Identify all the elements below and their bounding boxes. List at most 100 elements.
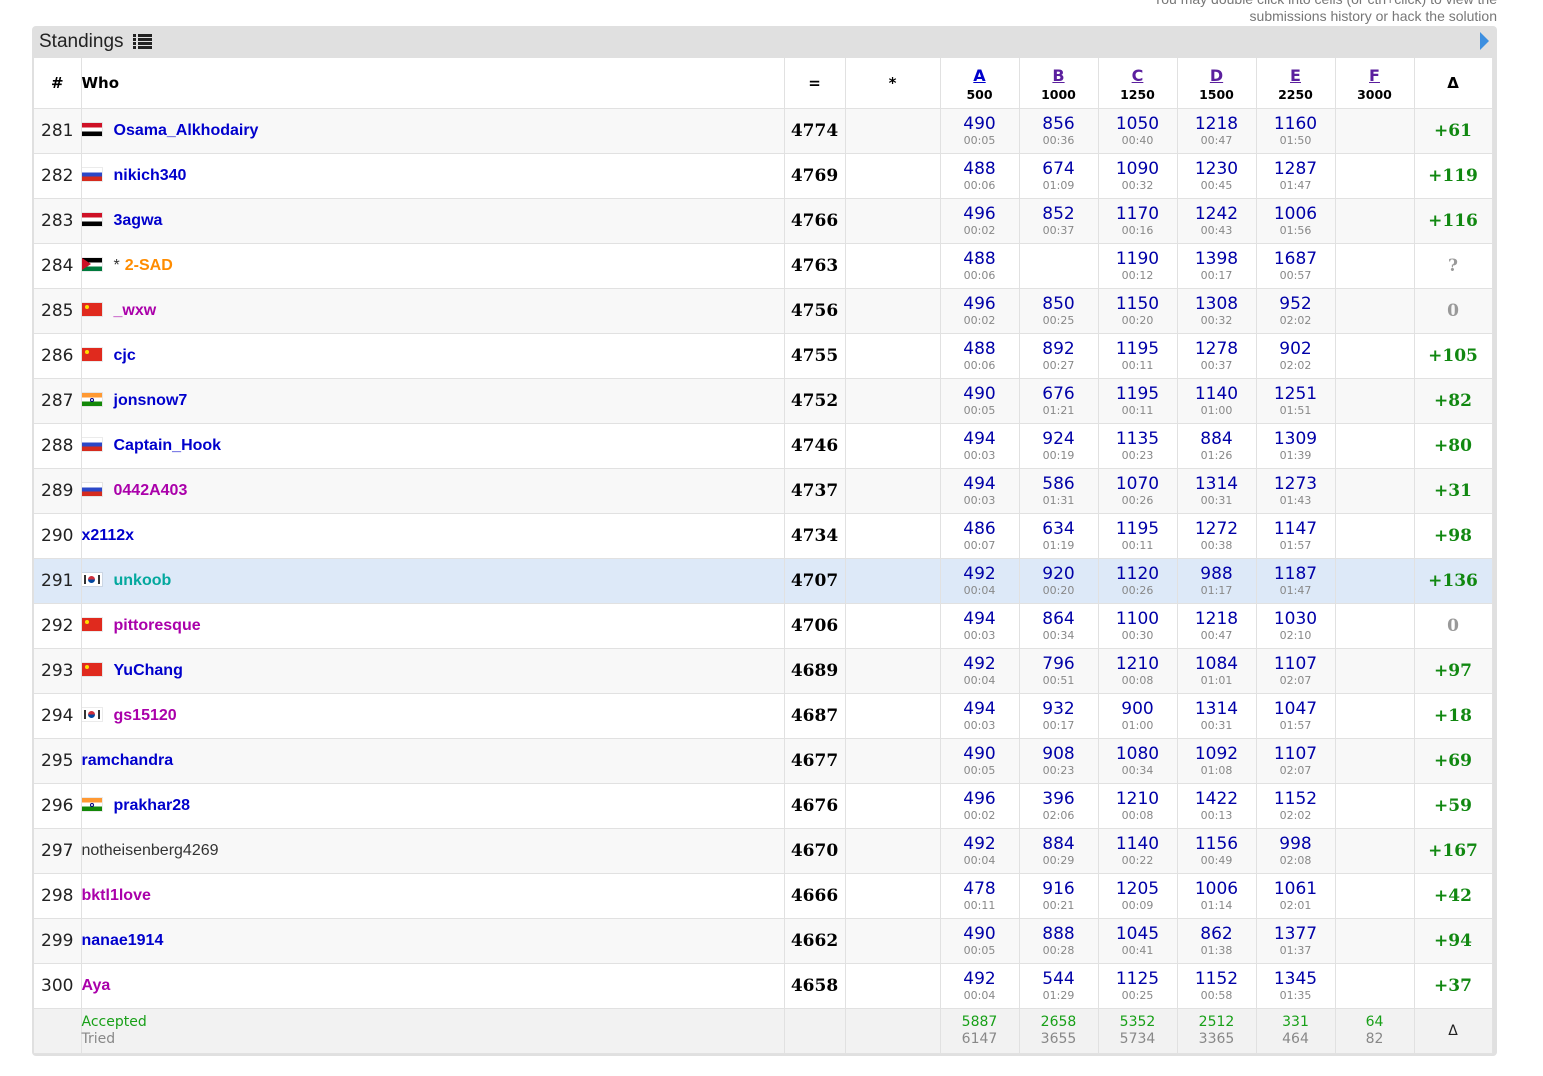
problem-b-cell[interactable]: 850 00:25 — [1019, 288, 1099, 334]
problem-d-cell[interactable]: 988 01:17 — [1177, 558, 1257, 604]
problem-f-cell[interactable] — [1335, 153, 1415, 199]
problem-d-cell[interactable]: 1156 00:49 — [1177, 828, 1257, 874]
problem-e-cell[interactable]: 1160 01:50 — [1256, 108, 1336, 154]
problem-b-cell[interactable]: 932 00:17 — [1019, 693, 1099, 739]
problem-d-cell[interactable]: 1242 00:43 — [1177, 198, 1257, 244]
problem-f-cell[interactable] — [1335, 693, 1415, 739]
problem-b-cell[interactable]: 892 00:27 — [1019, 333, 1099, 379]
problem-e-cell[interactable]: 1006 01:56 — [1256, 198, 1336, 244]
hacks-cell[interactable] — [845, 648, 941, 694]
problem-c-cell[interactable]: 1070 00:26 — [1098, 468, 1178, 514]
problem-f-cell[interactable] — [1335, 828, 1415, 874]
handle-link[interactable]: gs15120 — [114, 707, 177, 724]
problem-c-cell[interactable]: 1125 00:25 — [1098, 963, 1178, 1009]
problem-a-link[interactable]: A — [941, 66, 1019, 85]
problem-d-cell[interactable]: 884 01:26 — [1177, 423, 1257, 469]
problem-d-cell[interactable]: 1278 00:37 — [1177, 333, 1257, 379]
hacks-cell[interactable] — [845, 378, 941, 424]
problem-b-cell[interactable]: 586 01:31 — [1019, 468, 1099, 514]
problem-e-cell[interactable]: 1687 00:57 — [1256, 243, 1336, 289]
problem-f-cell[interactable] — [1335, 738, 1415, 784]
problem-f-cell[interactable] — [1335, 648, 1415, 694]
problem-b-cell[interactable]: 676 01:21 — [1019, 378, 1099, 424]
problem-f-cell[interactable] — [1335, 423, 1415, 469]
problem-d-cell[interactable]: 1140 01:00 — [1177, 378, 1257, 424]
problem-a-cell[interactable]: 488 00:06 — [940, 243, 1020, 289]
problem-a-cell[interactable]: 492 00:04 — [940, 963, 1020, 1009]
problem-f-cell[interactable] — [1335, 333, 1415, 379]
problem-e-cell[interactable]: 1251 01:51 — [1256, 378, 1336, 424]
problem-b-cell[interactable]: 884 00:29 — [1019, 828, 1099, 874]
problem-f-cell[interactable] — [1335, 918, 1415, 964]
problem-b-cell[interactable]: 916 00:21 — [1019, 873, 1099, 919]
problem-c-cell[interactable]: 1210 00:08 — [1098, 783, 1178, 829]
problem-a-cell[interactable]: 492 00:04 — [940, 558, 1020, 604]
problem-c-cell[interactable]: 1090 00:32 — [1098, 153, 1178, 199]
problem-c-cell[interactable]: 1205 00:09 — [1098, 873, 1178, 919]
arrow-right-icon[interactable] — [1480, 32, 1489, 50]
problem-e-cell[interactable]: 952 02:02 — [1256, 288, 1336, 334]
problem-c-cell[interactable]: 1195 00:11 — [1098, 378, 1178, 424]
handle-link[interactable]: 0442A403 — [114, 482, 188, 499]
handle-link[interactable]: nikich340 — [114, 167, 187, 184]
problem-d-cell[interactable]: 1152 00:58 — [1177, 963, 1257, 1009]
problem-b-cell[interactable]: 544 01:29 — [1019, 963, 1099, 1009]
problem-a-cell[interactable]: 496 00:02 — [940, 783, 1020, 829]
problem-f-cell[interactable] — [1335, 198, 1415, 244]
problem-e-cell[interactable]: 1152 02:02 — [1256, 783, 1336, 829]
hacks-cell[interactable] — [845, 873, 941, 919]
problem-c-cell[interactable]: 1135 00:23 — [1098, 423, 1178, 469]
problem-e-cell[interactable]: 1273 01:43 — [1256, 468, 1336, 514]
problem-b-cell[interactable]: 864 00:34 — [1019, 603, 1099, 649]
problem-e-cell[interactable]: 1187 01:47 — [1256, 558, 1336, 604]
problem-b-cell[interactable]: 634 01:19 — [1019, 513, 1099, 559]
hacks-cell[interactable] — [845, 918, 941, 964]
problem-a-cell[interactable]: 494 00:03 — [940, 468, 1020, 514]
hacks-cell[interactable] — [845, 423, 941, 469]
problem-b-cell[interactable]: 796 00:51 — [1019, 648, 1099, 694]
handle-link[interactable]: nanae1914 — [82, 932, 164, 949]
problem-f-cell[interactable] — [1335, 558, 1415, 604]
problem-e-cell[interactable]: 1047 01:57 — [1256, 693, 1336, 739]
problem-e-cell[interactable]: 1030 02:10 — [1256, 603, 1336, 649]
problem-a-cell[interactable]: 492 00:04 — [940, 828, 1020, 874]
problem-c-cell[interactable]: 1190 00:12 — [1098, 243, 1178, 289]
problem-a-cell[interactable]: 492 00:04 — [940, 648, 1020, 694]
problem-e-cell[interactable]: 1309 01:39 — [1256, 423, 1336, 469]
problem-f-cell[interactable] — [1335, 873, 1415, 919]
problem-c-link[interactable]: C — [1099, 66, 1177, 85]
problem-f-cell[interactable] — [1335, 108, 1415, 154]
problem-e-cell[interactable]: 1287 01:47 — [1256, 153, 1336, 199]
handle-link[interactable]: bktl1love — [82, 887, 151, 904]
problem-c-cell[interactable]: 1080 00:34 — [1098, 738, 1178, 784]
handle-link[interactable]: jonsnow7 — [114, 392, 188, 409]
handle-link[interactable]: cjc — [114, 347, 136, 364]
hacks-cell[interactable] — [845, 558, 941, 604]
hacks-cell[interactable] — [845, 513, 941, 559]
handle-link[interactable]: 2-SAD — [125, 257, 173, 274]
problem-e-cell[interactable]: 1107 02:07 — [1256, 648, 1336, 694]
problem-a-cell[interactable]: 494 00:03 — [940, 603, 1020, 649]
problem-d-cell[interactable]: 1218 00:47 — [1177, 108, 1257, 154]
problem-b-cell[interactable]: 888 00:28 — [1019, 918, 1099, 964]
problem-f-cell[interactable] — [1335, 783, 1415, 829]
handle-link[interactable]: Captain_Hook — [114, 437, 222, 454]
problem-a-cell[interactable]: 494 00:03 — [940, 423, 1020, 469]
hacks-cell[interactable] — [845, 603, 941, 649]
hacks-cell[interactable] — [845, 288, 941, 334]
handle-link[interactable]: Aya — [82, 977, 111, 994]
hacks-cell[interactable] — [845, 468, 941, 514]
hacks-cell[interactable] — [845, 198, 941, 244]
problem-b-cell[interactable]: 856 00:36 — [1019, 108, 1099, 154]
problem-c-cell[interactable]: 1195 00:11 — [1098, 513, 1178, 559]
problem-d-cell[interactable]: 1314 00:31 — [1177, 468, 1257, 514]
problem-e-cell[interactable]: 1345 01:35 — [1256, 963, 1336, 1009]
problem-b-cell[interactable]: 674 01:09 — [1019, 153, 1099, 199]
problem-d-cell[interactable]: 1314 00:31 — [1177, 693, 1257, 739]
handle-link[interactable]: notheisenberg4269 — [82, 842, 219, 859]
handle-link[interactable]: _wxw — [114, 302, 157, 319]
handle-link[interactable]: Osama_Alkhodairy — [114, 122, 259, 139]
hacks-cell[interactable] — [845, 783, 941, 829]
problem-b-cell[interactable]: 908 00:23 — [1019, 738, 1099, 784]
handle-link[interactable]: prakhar28 — [114, 797, 191, 814]
